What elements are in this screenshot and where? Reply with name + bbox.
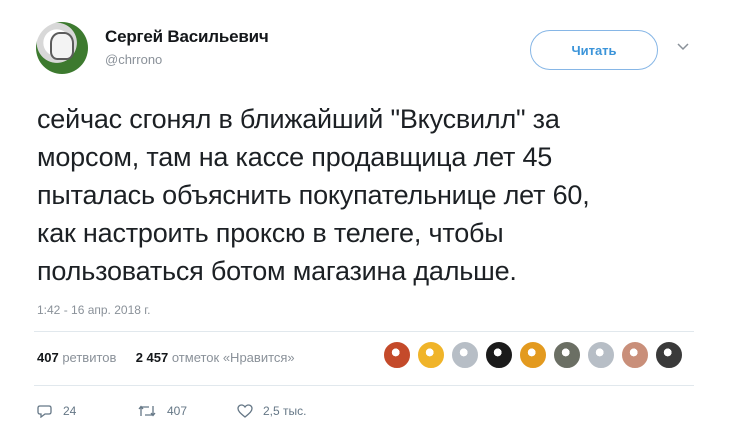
- retweet-count: 407: [167, 404, 188, 418]
- action-bar: 24 407 2,5 тыс.: [37, 404, 306, 418]
- tweet-text-line: как настроить проксю в телеге, чтобы: [37, 218, 504, 248]
- liker-avatars: [382, 340, 684, 374]
- follow-button[interactable]: Читать: [530, 30, 658, 70]
- tweet-text-line: пыталась объяснить покупательнице лет 60…: [37, 180, 590, 210]
- likes-label[interactable]: отметок «Нравится»: [172, 350, 295, 365]
- retweet-icon: [138, 405, 156, 417]
- tweet-text: сейчас сгонял в ближайший "Вкусвилл" за …: [37, 100, 697, 290]
- avatar-9-icon[interactable]: [654, 340, 684, 370]
- chevron-down-icon[interactable]: [676, 40, 692, 56]
- retweets-label[interactable]: ретвитов: [62, 350, 116, 365]
- author-avatar[interactable]: [36, 22, 88, 74]
- tweet-timestamp[interactable]: 1:42 - 16 апр. 2018 г.: [37, 303, 151, 317]
- author-name[interactable]: Сергей Васильевич: [105, 27, 269, 47]
- avatar-2-icon[interactable]: [416, 340, 446, 370]
- author-handle[interactable]: @chrrono: [105, 52, 162, 67]
- avatar-1-icon[interactable]: [382, 340, 412, 370]
- tweet-card: Сергей Васильевич @chrrono Читать сейчас…: [0, 0, 729, 434]
- engagement-stats: 407 ретвитов 2 457 отметок «Нравится»: [37, 350, 295, 365]
- avatar-3-icon[interactable]: [450, 340, 480, 370]
- divider: [34, 385, 694, 386]
- retweet-button[interactable]: 407: [137, 404, 237, 418]
- avatar-figure: [50, 32, 74, 60]
- avatar-6-icon[interactable]: [552, 340, 582, 370]
- avatar-4-icon[interactable]: [484, 340, 514, 370]
- tweet-text-line: пользоваться ботом магазина дальше.: [37, 256, 517, 286]
- reply-button[interactable]: 24: [37, 404, 137, 418]
- retweets-count[interactable]: 407: [37, 350, 59, 365]
- tweet-text-line: сейчас сгонял в ближайший "Вкусвилл" за: [37, 104, 560, 134]
- heart-icon: [237, 404, 253, 418]
- like-button[interactable]: 2,5 тыс.: [237, 404, 306, 418]
- avatar-8-icon[interactable]: [620, 340, 650, 370]
- like-count: 2,5 тыс.: [263, 404, 307, 418]
- avatar-5-icon[interactable]: [518, 340, 548, 370]
- likes-count[interactable]: 2 457: [136, 350, 169, 365]
- avatar-7-icon[interactable]: [586, 340, 616, 370]
- reply-icon: [37, 405, 52, 418]
- tweet-text-line: морсом, там на кассе продавщица лет 45: [37, 142, 553, 172]
- reply-count: 24: [63, 404, 77, 418]
- divider: [34, 331, 694, 332]
